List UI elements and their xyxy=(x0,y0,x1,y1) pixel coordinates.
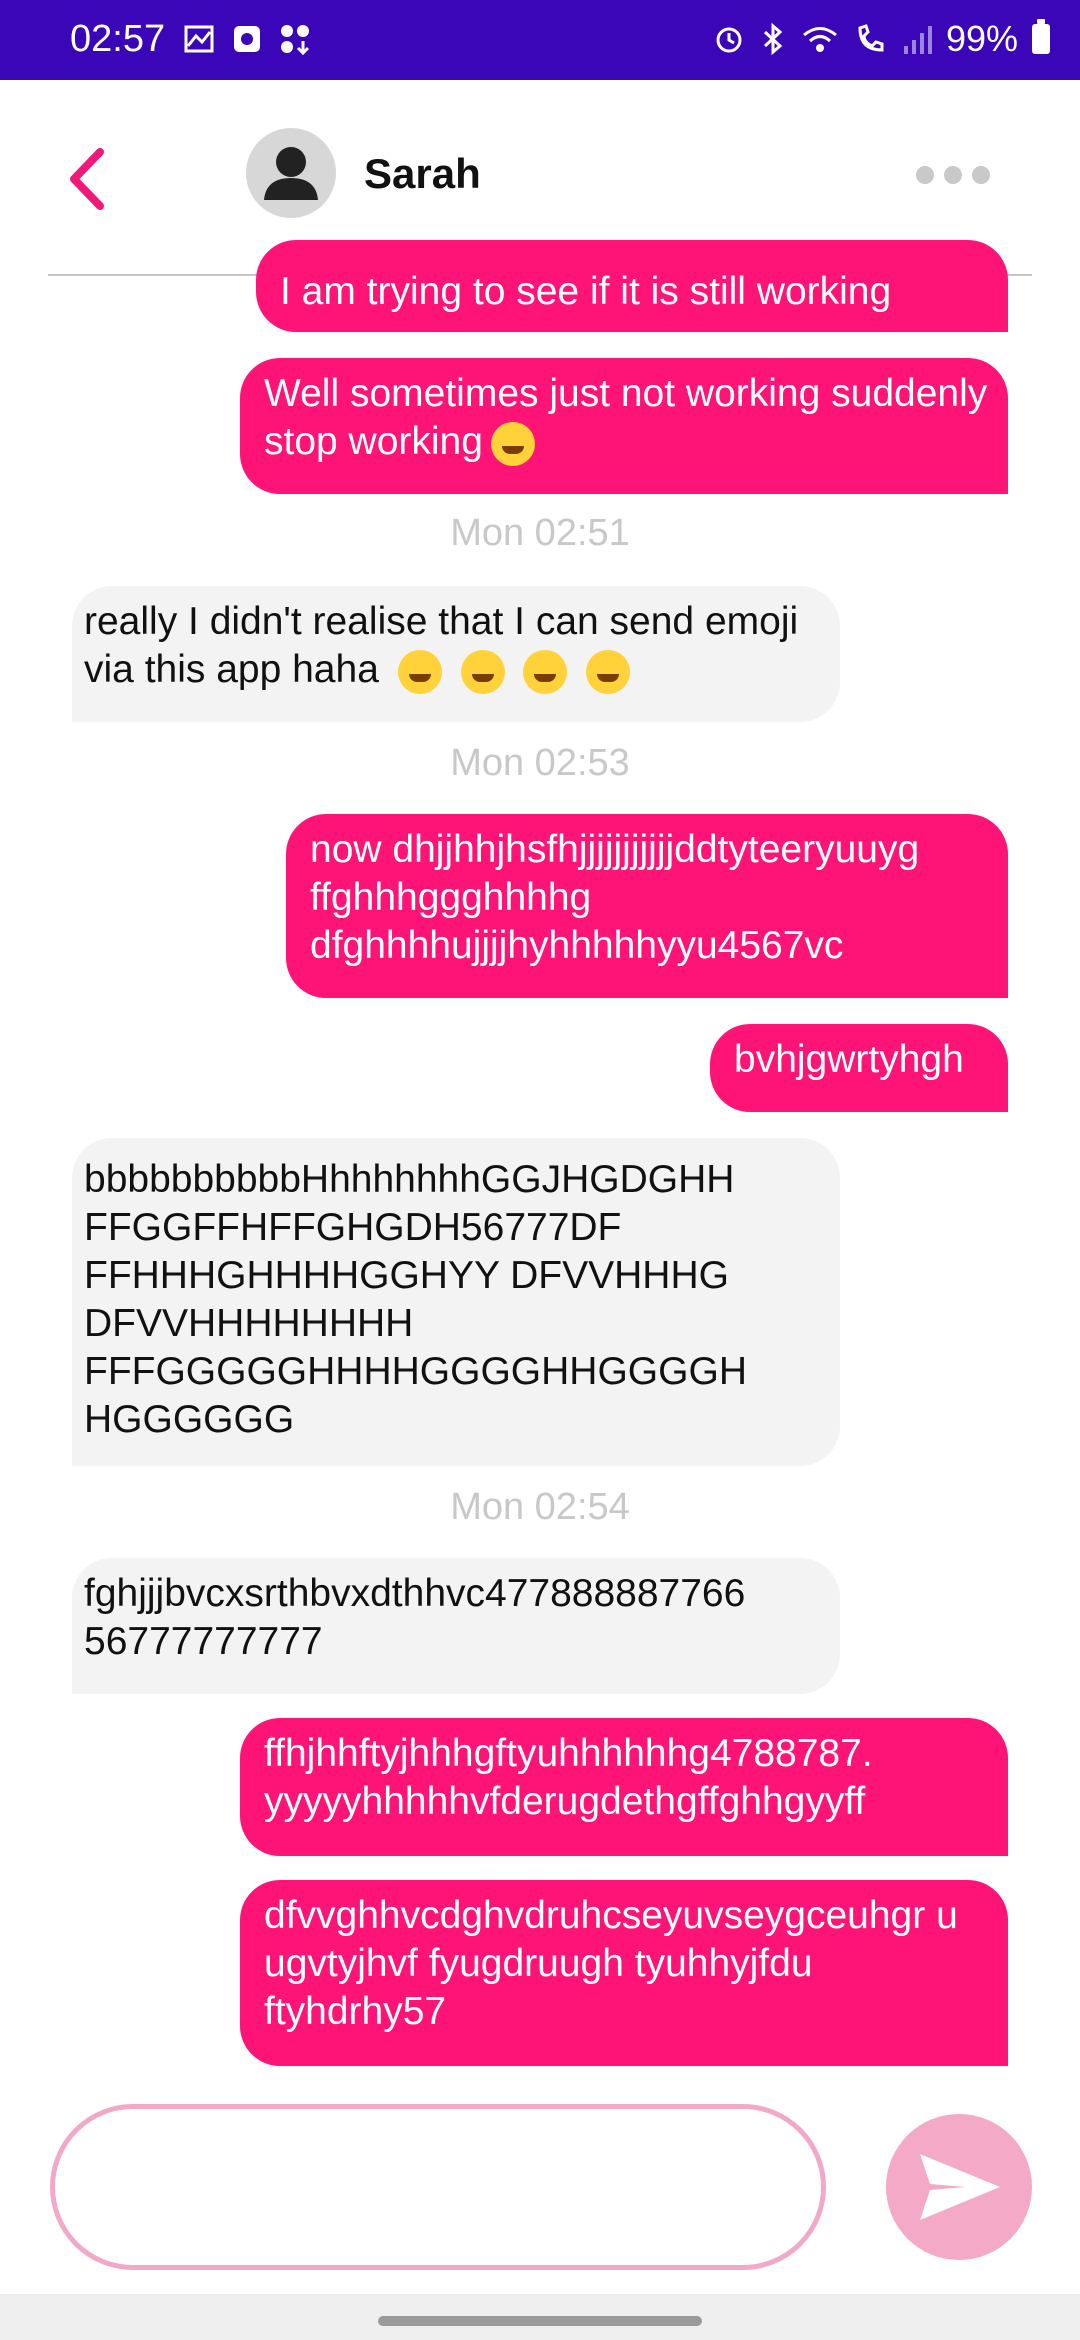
message-incoming[interactable]: bbbbbbbbbbHhhhhhhhGGJHGDGHH FFGGFFHFFGHG… xyxy=(72,1138,840,1466)
grinning-squinting-emoji-icon xyxy=(460,649,505,694)
message-input-container[interactable] xyxy=(50,2104,826,2270)
status-system-icons: 99% xyxy=(712,18,1050,60)
bluetooth-icon xyxy=(763,22,783,56)
message-outgoing[interactable]: now dhjjhhjhsfhjjjjjjjjjjjddtyteeryuuyg … xyxy=(286,814,1008,998)
message-text: bvhjgwrtyhgh xyxy=(734,1038,964,1081)
send-button[interactable] xyxy=(886,2114,1032,2260)
person-avatar-icon xyxy=(264,147,318,200)
grinning-squinting-emoji-icon xyxy=(586,649,631,694)
signal-icon xyxy=(903,26,932,54)
home-gesture-pill[interactable] xyxy=(378,2316,702,2326)
rolling-eyes-emoji-icon xyxy=(490,421,535,466)
apps-notification-icon xyxy=(281,25,310,56)
status-bar: 02:57 99% xyxy=(0,0,1080,80)
sweat-smile-emoji-icon xyxy=(397,649,442,694)
wifi-icon xyxy=(802,27,837,52)
chevron-left-icon[interactable] xyxy=(60,144,120,214)
battery-icon xyxy=(1032,19,1050,54)
message-text: Well sometimes just not working suddenly… xyxy=(264,372,988,463)
message-outgoing[interactable]: dfvvghhvcdghvdruhcseyuvseygceuhgr u ugvt… xyxy=(240,1880,1008,2066)
more-horizontal-icon[interactable] xyxy=(916,166,990,184)
message-incoming[interactable]: fghjjjbvcxsrthbvxdthhvc477888887766 5677… xyxy=(72,1558,840,1694)
timestamp: Mon 02:54 xyxy=(450,1486,630,1528)
avatar[interactable] xyxy=(246,128,336,218)
message-outgoing[interactable]: Well sometimes just not working suddenly… xyxy=(240,358,1008,494)
status-notification-icons xyxy=(182,22,312,56)
message-incoming[interactable]: really I didn't realise that I can send … xyxy=(72,586,840,722)
message-text: fghjjjbvcxsrthbvxdthhvc477888887766 5677… xyxy=(84,1572,746,1663)
message-text: dfvvghhvcdghvdruhcseyuvseygceuhgr u ugvt… xyxy=(264,1894,958,2033)
gallery-notification-icon xyxy=(184,25,214,53)
message-input[interactable] xyxy=(105,2159,789,2204)
message-outgoing[interactable]: bvhjgwrtyhgh xyxy=(710,1024,1008,1112)
alarm-icon xyxy=(716,27,742,53)
wifi-calling-icon xyxy=(858,24,884,52)
timestamp: Mon 02:53 xyxy=(450,742,630,784)
app-notification-icon xyxy=(234,26,260,52)
message-outgoing[interactable]: I am trying to see if it is still workin… xyxy=(256,240,1008,332)
send-icon xyxy=(920,2154,1000,2220)
message-outgoing[interactable]: ffhjhhftyjhhhgftyuhhhhhhg4788787. yyyyyh… xyxy=(240,1718,1008,1856)
message-text: now dhjjhhjhsfhjjjjjjjjjjjddtyteeryuuyg … xyxy=(310,828,920,967)
tears-of-joy-emoji-icon xyxy=(523,649,568,694)
message-text: ffhjhhftyjhhhgftyuhhhhhhg4788787. yyyyyh… xyxy=(264,1732,873,1823)
timestamp: Mon 02:51 xyxy=(450,512,630,554)
battery-percent: 99% xyxy=(945,18,1018,59)
message-text: bbbbbbbbbbHhhhhhhhGGJHGDGHH FFGGFFHFFGHG… xyxy=(84,1158,747,1441)
status-time: 02:57 xyxy=(70,18,166,60)
contact-name[interactable]: Sarah xyxy=(364,150,481,198)
